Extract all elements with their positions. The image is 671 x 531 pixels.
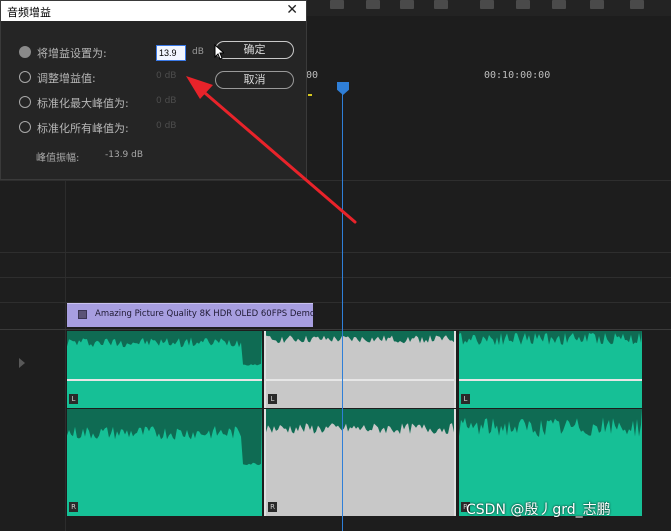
watermark: CSDN @殷丿grd_志鹏 [466, 502, 611, 518]
premiere-editor: 00 00:10:00:00 Amazing Picture Quality 8… [0, 0, 671, 531]
annotation-arrow [186, 76, 357, 224]
